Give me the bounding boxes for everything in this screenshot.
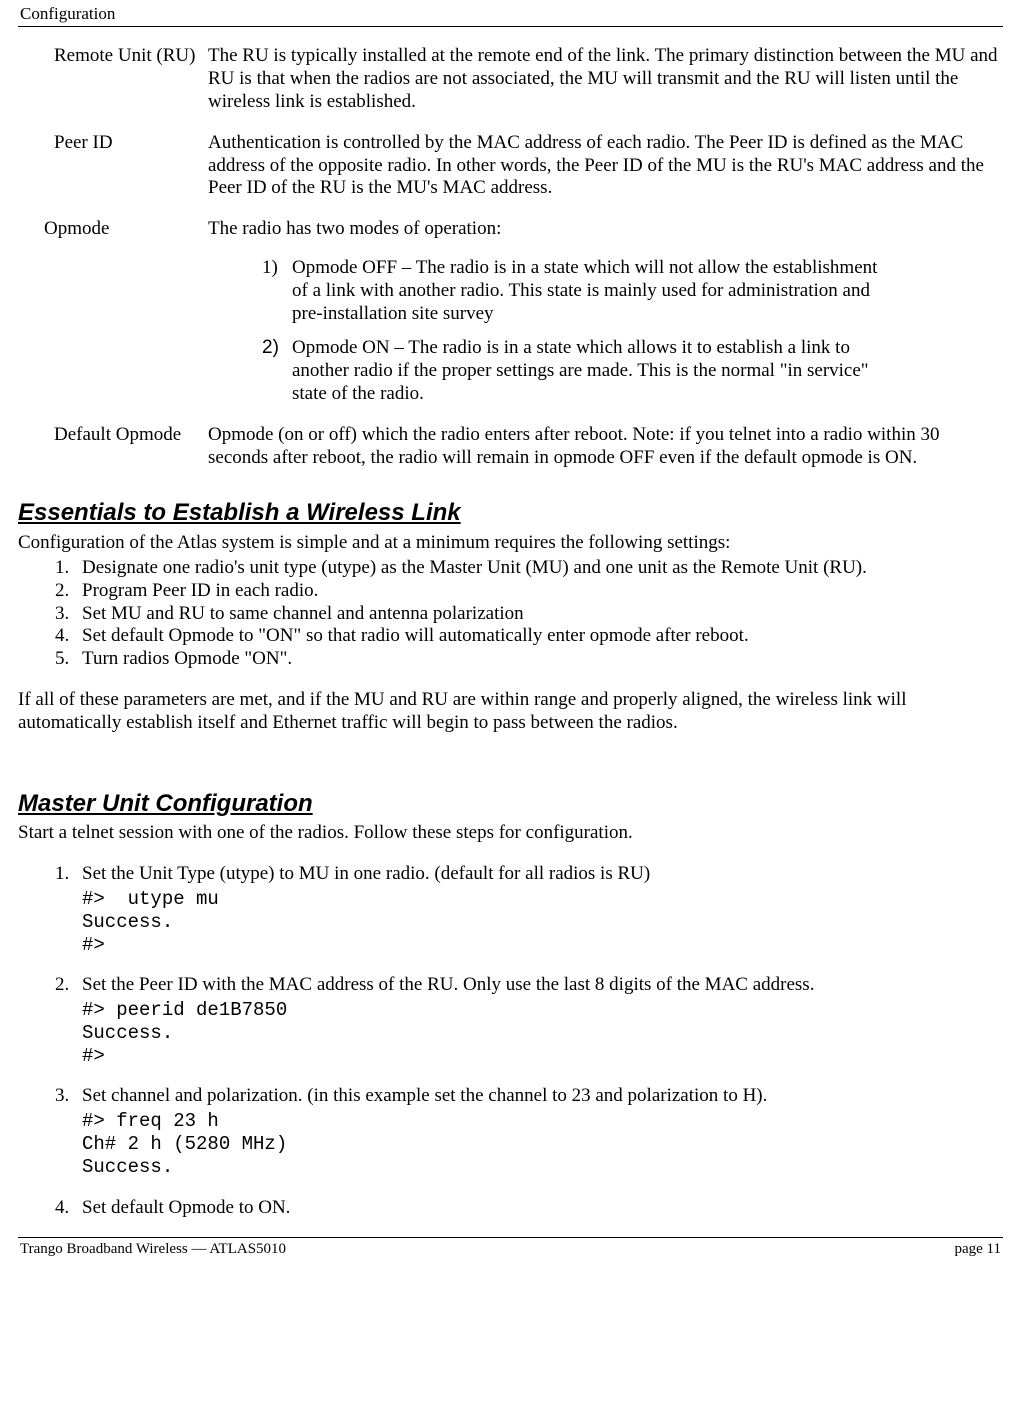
list-text: Opmode ON – The radio is in a state whic…	[292, 337, 879, 405]
def-default-opmode: Default Opmode Opmode (on or off) which …	[18, 424, 1003, 470]
def-label: Remote Unit (RU)	[18, 45, 208, 113]
def-label: Peer ID	[18, 132, 208, 200]
list-item: Set channel and polarization. (in this e…	[74, 1085, 1003, 1178]
list-item: Set default Opmode to ON.	[74, 1197, 1003, 1220]
list-item: Set the Peer ID with the MAC address of …	[74, 974, 1003, 1067]
essentials-list: Designate one radio's unit type (utype) …	[18, 557, 1003, 671]
list-item: 1) Opmode OFF – The radio is in a state …	[262, 257, 999, 325]
list-item: Set default Opmode to "ON" so that radio…	[74, 625, 1003, 648]
step-text: Set the Unit Type (utype) to MU in one r…	[82, 863, 650, 884]
step-text: Set channel and polarization. (in this e…	[82, 1085, 767, 1106]
list-item: Designate one radio's unit type (utype) …	[74, 557, 1003, 580]
def-text: Authentication is controlled by the MAC …	[208, 132, 1003, 200]
footer-left: Trango Broadband Wireless — ATLAS5010	[20, 1240, 286, 1258]
divider-top	[18, 26, 1003, 27]
list-item: Program Peer ID in each radio.	[74, 580, 1003, 603]
step-text: Set the Peer ID with the MAC address of …	[82, 974, 814, 995]
code-block: #> utype mu Success. #>	[82, 888, 1003, 956]
essentials-outro: If all of these parameters are met, and …	[18, 689, 1003, 735]
def-label: Default Opmode	[18, 424, 208, 470]
list-item: Set MU and RU to same channel and antenn…	[74, 603, 1003, 626]
master-steps: Set the Unit Type (utype) to MU in one r…	[18, 863, 1003, 1219]
def-text: Opmode (on or off) which the radio enter…	[208, 424, 1003, 470]
master-intro: Start a telnet session with one of the r…	[18, 822, 1003, 845]
opmode-list: 1) Opmode OFF – The radio is in a state …	[208, 257, 999, 406]
def-peer-id: Peer ID Authentication is controlled by …	[18, 132, 1003, 200]
def-text: The RU is typically installed at the rem…	[208, 45, 1003, 113]
page: Configuration Remote Unit (RU) The RU is…	[0, 0, 1021, 1266]
def-opmode: Opmode The radio has two modes of operat…	[18, 218, 1003, 418]
list-item: Turn radios Opmode "ON".	[74, 648, 1003, 671]
def-remote-unit: Remote Unit (RU) The RU is typically ins…	[18, 45, 1003, 113]
step-text: Set default Opmode to ON.	[82, 1197, 290, 1218]
list-number: 2)	[262, 337, 292, 405]
heading-essentials: Essentials to Establish a Wireless Link	[18, 499, 1003, 528]
footer-right: page 11	[954, 1240, 1001, 1258]
divider-bottom	[18, 1237, 1003, 1238]
page-header: Configuration	[18, 0, 1003, 24]
list-text: Opmode OFF – The radio is in a state whi…	[292, 257, 879, 325]
list-number: 1)	[262, 257, 292, 325]
heading-master: Master Unit Configuration	[18, 790, 1003, 819]
code-block: #> peerid de1B7850 Success. #>	[82, 999, 1003, 1067]
list-item: Set the Unit Type (utype) to MU in one r…	[74, 863, 1003, 956]
code-block: #> freq 23 h Ch# 2 h (5280 MHz) Success.	[82, 1110, 1003, 1178]
opmode-intro: The radio has two modes of operation:	[208, 218, 501, 239]
def-label: Opmode	[18, 218, 208, 418]
essentials-intro: Configuration of the Atlas system is sim…	[18, 532, 1003, 555]
def-text: The radio has two modes of operation: 1)…	[208, 218, 1003, 418]
list-item: 2) Opmode ON – The radio is in a state w…	[262, 337, 999, 405]
page-footer: Trango Broadband Wireless — ATLAS5010 pa…	[18, 1240, 1003, 1266]
